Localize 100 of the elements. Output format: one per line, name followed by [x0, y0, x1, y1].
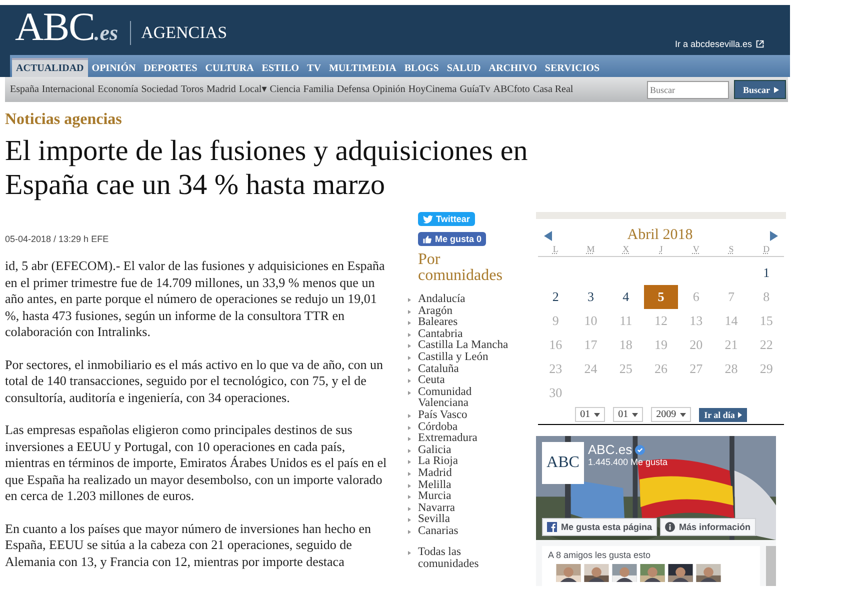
month-title: Abril 2018	[627, 227, 693, 244]
dateline: 05-04-2018 / 13:29 h EFE	[5, 234, 110, 244]
subnav-link[interactable]: Madrid	[206, 84, 236, 95]
nav-tab[interactable]: ESTILO	[258, 60, 304, 77]
subnav-link[interactable]: Sociedad	[141, 84, 178, 95]
thumbs-up-icon[interactable]	[422, 234, 432, 244]
region-link[interactable]: Ceuta	[418, 375, 514, 387]
go-button[interactable]: Ir al día	[699, 408, 747, 422]
dropdown[interactable]: 01	[575, 407, 606, 422]
calendar-day: 21	[714, 333, 748, 357]
subnav-link[interactable]: Familia	[303, 84, 334, 95]
region-link[interactable]: Comunidad Valenciana	[418, 386, 514, 410]
nav-tab[interactable]: TV	[303, 60, 325, 77]
calendar-day: 23	[538, 357, 573, 381]
search-field[interactable]: Buscar	[647, 80, 729, 98]
dropdown[interactable]: 01	[613, 407, 644, 422]
region-link[interactable]: Murcia	[418, 491, 514, 503]
calendar-day: 12	[644, 309, 678, 333]
subnav-link[interactable]: Toros	[180, 84, 204, 95]
calendar-day: 17	[574, 333, 608, 357]
bullet-icon	[408, 310, 411, 314]
bullet-icon	[408, 530, 411, 534]
subnav-link[interactable]: ABCfoto	[493, 84, 530, 95]
bullet-icon	[408, 390, 411, 395]
external-link-icon[interactable]	[756, 40, 764, 48]
nav-tab[interactable]: DEPORTES	[140, 60, 202, 77]
article-paragraph: Por sectores, el inmobiliario es el más activo en lo que va de año, con un total de 140 transacciones, seguido por el tecnológico, con 75, y el de consultoría, auditoría e ingeniería, con 34 operaciones.	[5, 356, 384, 406]
region-link[interactable]: Córdoba	[418, 422, 514, 434]
calendar-day: 11	[608, 309, 643, 333]
nav-tab[interactable]: ACTUALIDAD	[12, 58, 88, 77]
subnav-link[interactable]: Casa Real	[532, 84, 574, 95]
calendar-day: 20	[679, 333, 714, 357]
region-link[interactable]: Cantabria	[418, 328, 514, 340]
bullet-icon	[408, 298, 411, 302]
bullet-icon	[408, 379, 411, 384]
search-button[interactable]: Buscar	[734, 80, 786, 99]
like-button[interactable]: Me gusta 0	[418, 232, 486, 246]
calendar-day: 14	[714, 309, 748, 333]
nav-tab[interactable]: SERVICIOS	[540, 60, 604, 77]
nav-tab[interactable]: ARCHIVO	[484, 60, 541, 77]
region-link[interactable]: Aragón	[418, 306, 514, 318]
region-link[interactable]: La Rioja	[418, 456, 514, 468]
region-link[interactable]: Madrid	[418, 468, 514, 480]
bullet-icon	[408, 448, 411, 453]
calendar-day: 28	[714, 357, 748, 381]
scrollbar[interactable]	[766, 546, 776, 586]
subnav-link[interactable]: Local▾	[238, 84, 267, 95]
article-paragraph: En cuanto a los países que mayor número de inversiones han hecho en España, EEUU se sitúa a la cabeza con 21 operaciones, seguido de Alemania con 13, y Francia con 12, mientras por importe destaca	[5, 520, 372, 570]
bird-icon[interactable]	[423, 214, 433, 224]
region-link[interactable]: Extremadura	[418, 433, 514, 445]
site-logo[interactable]: ABC.es	[15, 5, 118, 55]
subnav-link[interactable]: Ciencia	[270, 84, 300, 95]
bullet-icon	[408, 368, 411, 372]
region-link[interactable]: Galicia	[418, 444, 514, 456]
subnav-link[interactable]: España	[10, 84, 39, 95]
region-link[interactable]: Todas las comunidades	[418, 547, 514, 571]
calendar-day: 10	[574, 309, 608, 333]
region-link[interactable]: Castilla y León	[418, 352, 514, 364]
dropdown[interactable]: 2009	[651, 407, 692, 422]
calendar-day: 16	[538, 333, 573, 357]
more-info-button[interactable]: Más información	[660, 518, 756, 536]
subnav-link[interactable]: GuíaTv	[460, 84, 490, 95]
calendar-day[interactable]: 1	[749, 261, 784, 285]
subnav-link[interactable]: Economía	[98, 84, 138, 95]
previous-month-icon[interactable]	[544, 230, 552, 240]
region-link[interactable]: Andalucía	[418, 294, 514, 306]
calendar-day[interactable]: 3	[574, 285, 608, 309]
region-link[interactable]: Castilla La Mancha	[418, 340, 514, 352]
subnav-link[interactable]: HoyCinema	[408, 84, 457, 95]
nav-tab[interactable]: BLOGS	[400, 60, 443, 77]
bullet-icon	[408, 356, 411, 360]
info-icon[interactable]	[665, 522, 676, 532]
like-page-button[interactable]: Me gusta esta página	[542, 518, 658, 536]
bullet-icon	[408, 472, 411, 476]
region-link[interactable]: Melilla	[418, 480, 514, 492]
nav-tab[interactable]: OPINIÓN	[88, 60, 140, 77]
dropdown-caret-icon	[594, 412, 600, 416]
subnav-link[interactable]: Internacional	[42, 84, 95, 95]
region-link[interactable]: Canarias	[418, 526, 514, 538]
bullet-icon	[408, 426, 411, 430]
subnav-link[interactable]: Opinión	[372, 84, 406, 95]
nav-tab[interactable]: CULTURA	[201, 60, 258, 77]
region-link[interactable]: Cataluña	[418, 364, 514, 376]
nav-tab[interactable]: MULTIMEDIA	[324, 60, 400, 77]
region-link[interactable]: Sevilla	[418, 514, 514, 526]
calendar-day[interactable]: 2	[538, 285, 573, 309]
subnav-link[interactable]: Defensa	[336, 84, 370, 95]
external-link[interactable]: Ir a abcdesevilla.es	[674, 39, 752, 49]
nav-tab[interactable]: SALUD	[442, 60, 485, 77]
region-link[interactable]: País Vasco	[418, 410, 514, 422]
bullet-icon	[408, 344, 411, 348]
next-month-icon[interactable]	[770, 230, 778, 240]
calendar-day[interactable]: 4	[608, 285, 643, 309]
weekday-label: V	[692, 244, 700, 254]
calendar-day: 26	[644, 357, 678, 381]
region-link[interactable]: Navarra	[418, 502, 514, 514]
calendar-day[interactable]: 5	[644, 285, 678, 309]
bullet-icon	[408, 551, 411, 556]
facebook-icon[interactable]	[547, 522, 557, 532]
region-link[interactable]: Baleares	[418, 317, 514, 329]
